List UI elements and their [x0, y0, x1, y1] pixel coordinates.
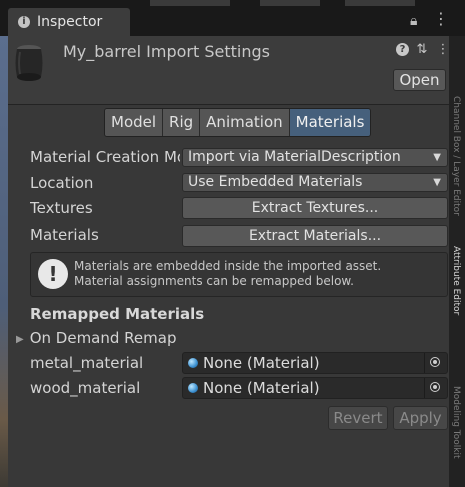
- dropdown-arrow-icon: ▼: [433, 152, 441, 163]
- object-picker-icon[interactable]: [424, 353, 447, 373]
- tab-bar-fragment: [345, 0, 415, 6]
- material-creation-label: Material Creation Mo: [30, 148, 180, 166]
- materials-label: Materials: [30, 226, 99, 244]
- metal-material-value: None (Material): [203, 354, 320, 372]
- location-dropdown[interactable]: Use Embedded Materials ▼: [182, 173, 448, 192]
- tab-inspector[interactable]: i Inspector: [8, 8, 130, 36]
- location-value: Use Embedded Materials: [188, 174, 363, 190]
- kebab-menu-icon[interactable]: ⋮: [433, 11, 449, 27]
- side-tab-channel-box[interactable]: Channel Box / Layer Editor: [451, 96, 461, 236]
- tab-model[interactable]: Model: [105, 109, 164, 136]
- on-demand-remap-foldout[interactable]: ▶ On Demand Remap: [16, 329, 176, 347]
- import-settings-body: Model Rig Animation Materials Material C…: [8, 105, 449, 487]
- foldout-arrow-icon: ▶: [16, 334, 24, 345]
- apply-button[interactable]: Apply: [393, 406, 448, 430]
- barrel-thumbnail-icon: [15, 45, 43, 81]
- info-helpbox: ! Materials are embedded inside the impo…: [30, 252, 448, 297]
- wood-material-value: None (Material): [203, 379, 320, 397]
- side-dock: Channel Box / Layer Editor Attribute Edi…: [449, 36, 465, 487]
- dropdown-arrow-icon: ▼: [433, 177, 441, 188]
- metal-material-field[interactable]: None (Material): [182, 352, 448, 374]
- extract-textures-button[interactable]: Extract Textures...: [182, 197, 448, 219]
- material-sphere-icon: [188, 358, 198, 368]
- tab-rig[interactable]: Rig: [163, 109, 201, 136]
- material-creation-value: Import via MaterialDescription: [188, 149, 401, 165]
- page-title: My_barrel Import Settings: [63, 42, 270, 61]
- helpbox-line: Materials are embedded inside the import…: [74, 259, 382, 273]
- location-label: Location: [30, 174, 94, 192]
- tab-bar-fragment: [260, 0, 320, 6]
- tab-animation[interactable]: Animation: [200, 109, 290, 136]
- remapped-materials-heading: Remapped Materials: [30, 305, 205, 323]
- material-creation-dropdown[interactable]: Import via MaterialDescription ▼: [182, 148, 448, 167]
- import-settings-header: My_barrel Import Settings ? ⇅ ⋮ Open: [8, 36, 450, 105]
- side-tab-modeling-toolkit[interactable]: Modeling Toolkit: [451, 386, 461, 486]
- foldout-label: On Demand Remap: [29, 329, 177, 347]
- side-tab-attribute-editor[interactable]: Attribute Editor: [451, 246, 461, 356]
- preset-icon[interactable]: ⇅: [414, 42, 430, 58]
- textures-label: Textures: [30, 199, 93, 217]
- window-tab-bar: i Inspector 🔒︎ ⋮: [0, 0, 465, 36]
- helpbox-message: Materials are embedded inside the import…: [74, 259, 381, 289]
- scene-view-edge: [0, 36, 8, 487]
- metal-material-label: metal_material: [30, 354, 144, 372]
- revert-button[interactable]: Revert: [328, 406, 388, 430]
- info-icon: i: [18, 16, 30, 28]
- helpbox-line: Material assignments can be remapped bel…: [74, 274, 354, 288]
- wood-material-field[interactable]: None (Material): [182, 377, 448, 399]
- material-sphere-icon: [188, 383, 198, 393]
- lock-icon[interactable]: 🔒︎: [410, 14, 417, 28]
- tab-bar-fragment: [150, 0, 230, 6]
- warning-icon: !: [38, 259, 68, 289]
- wood-material-label: wood_material: [30, 379, 141, 397]
- tab-inspector-label: Inspector: [37, 14, 103, 30]
- inspector-panel: My_barrel Import Settings ? ⇅ ⋮ Open Mod…: [8, 36, 450, 487]
- help-icon[interactable]: ?: [396, 43, 409, 56]
- tab-materials[interactable]: Materials: [289, 109, 371, 136]
- open-button[interactable]: Open: [393, 69, 446, 91]
- importer-tabs: Model Rig Animation Materials: [104, 108, 372, 137]
- extract-materials-button[interactable]: Extract Materials...: [182, 225, 448, 247]
- object-picker-icon[interactable]: [424, 378, 447, 398]
